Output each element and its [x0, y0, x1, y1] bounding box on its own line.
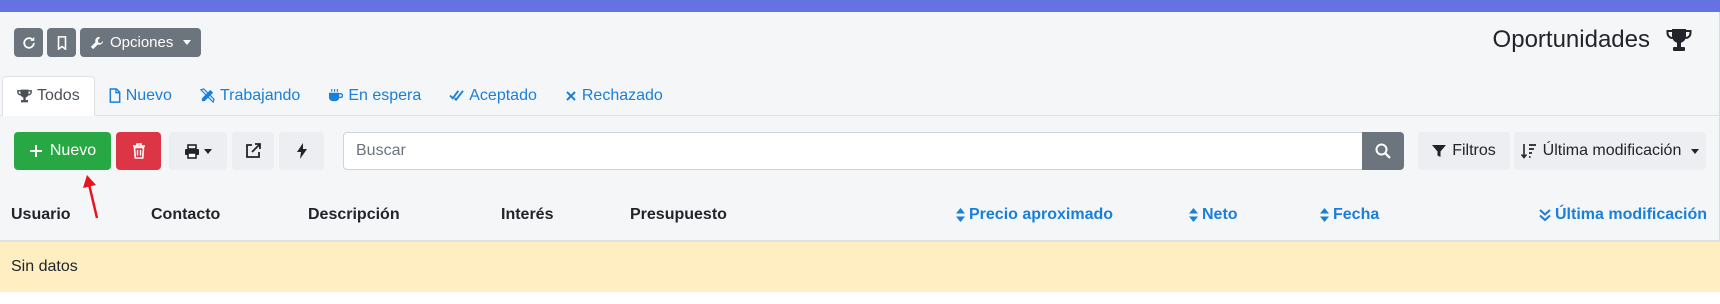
chevrons-down-icon	[1539, 209, 1551, 222]
filter-icon	[1432, 145, 1447, 157]
tab-rechazado[interactable]: Rechazado	[551, 76, 677, 115]
bookmark-icon	[57, 35, 66, 50]
delete-button[interactable]	[116, 132, 161, 170]
column-header-fecha[interactable]: Fecha	[1320, 206, 1379, 224]
page-title: Oportunidades	[1493, 26, 1692, 54]
bolt-icon	[296, 143, 307, 159]
tab-label: Aceptado	[469, 86, 537, 104]
print-dropdown-button[interactable]	[169, 132, 227, 170]
options-dropdown-button[interactable]: Opciones	[80, 28, 202, 57]
top-accent-bar	[0, 0, 1720, 12]
tab-aceptado[interactable]: Aceptado	[435, 76, 551, 115]
tab-label: Nuevo	[125, 86, 172, 104]
trophy-icon	[1666, 29, 1692, 51]
chevron-down-icon	[183, 40, 192, 45]
search-group	[343, 132, 1404, 170]
column-header-interes: Interés	[501, 206, 554, 223]
sort-amount-down-icon	[1520, 144, 1536, 159]
file-icon	[109, 88, 121, 103]
filters-button[interactable]: Filtros	[1418, 132, 1510, 170]
column-header-usuario: Usuario	[11, 206, 71, 223]
tab-en-espera[interactable]: En espera	[314, 76, 435, 115]
chevron-down-icon	[204, 148, 212, 154]
sort-dropdown-button[interactable]: Última modificación	[1514, 132, 1706, 170]
column-header-presupuesto: Presupuesto	[630, 206, 727, 223]
refresh-icon	[22, 36, 35, 49]
sort-icon	[1320, 208, 1329, 222]
column-header-neto[interactable]: Neto	[1189, 206, 1238, 224]
x-icon	[566, 90, 576, 101]
column-header-precio-aproximado[interactable]: Precio aproximado	[956, 206, 1113, 224]
sort-icon	[1189, 208, 1198, 222]
empty-message: Sin datos	[11, 258, 78, 275]
table-header: Usuario Contacto Descripción Interés Pre…	[0, 196, 1720, 242]
tab-label: En espera	[348, 86, 422, 104]
column-header-ultima-modificacion[interactable]: Última modificación	[1539, 206, 1707, 224]
new-button-label: Nuevo	[49, 142, 97, 159]
sort-icon	[956, 208, 965, 222]
refresh-button[interactable]	[14, 28, 43, 57]
trash-icon	[132, 143, 145, 159]
tab-label: Todos	[37, 87, 80, 104]
plus-icon	[29, 145, 42, 157]
new-button[interactable]: Nuevo	[14, 132, 111, 170]
search-icon	[1375, 143, 1391, 159]
page-title-text: Oportunidades	[1492, 26, 1650, 53]
wrench-icon	[90, 36, 104, 49]
external-link-icon	[246, 143, 261, 158]
list-toolbar: Nuevo Filtros Última modificación	[14, 132, 1706, 170]
tab-label: Trabajando	[219, 86, 301, 104]
column-header-descripcion: Descripción	[308, 206, 400, 223]
bookmark-button[interactable]	[47, 28, 76, 57]
empty-table-row: Sin datos	[0, 242, 1720, 292]
options-label: Opciones	[110, 34, 174, 51]
annotation-arrow	[83, 175, 99, 219]
search-button[interactable]	[1362, 132, 1404, 170]
double-check-icon	[449, 90, 464, 102]
tab-nuevo[interactable]: Nuevo	[95, 76, 186, 115]
sort-label: Última modificación	[1542, 142, 1682, 159]
trophy-icon	[17, 89, 32, 103]
quick-actions-button[interactable]	[279, 132, 324, 170]
top-button-group: Opciones	[14, 28, 202, 57]
status-tabs: Todos Nuevo Trabajando En espera Aceptad…	[0, 76, 1720, 116]
printer-icon	[185, 143, 199, 159]
tab-trabajando[interactable]: Trabajando	[186, 76, 314, 115]
coffee-icon	[329, 88, 344, 101]
chevron-down-icon	[1691, 148, 1700, 154]
tab-todos[interactable]: Todos	[2, 76, 95, 116]
column-header-contacto: Contacto	[151, 206, 221, 223]
export-button[interactable]	[232, 132, 274, 170]
pencil-ruler-icon	[199, 88, 215, 103]
search-input[interactable]	[343, 132, 1362, 170]
filters-label: Filtros	[1452, 142, 1496, 159]
tab-label: Rechazado	[581, 86, 663, 104]
